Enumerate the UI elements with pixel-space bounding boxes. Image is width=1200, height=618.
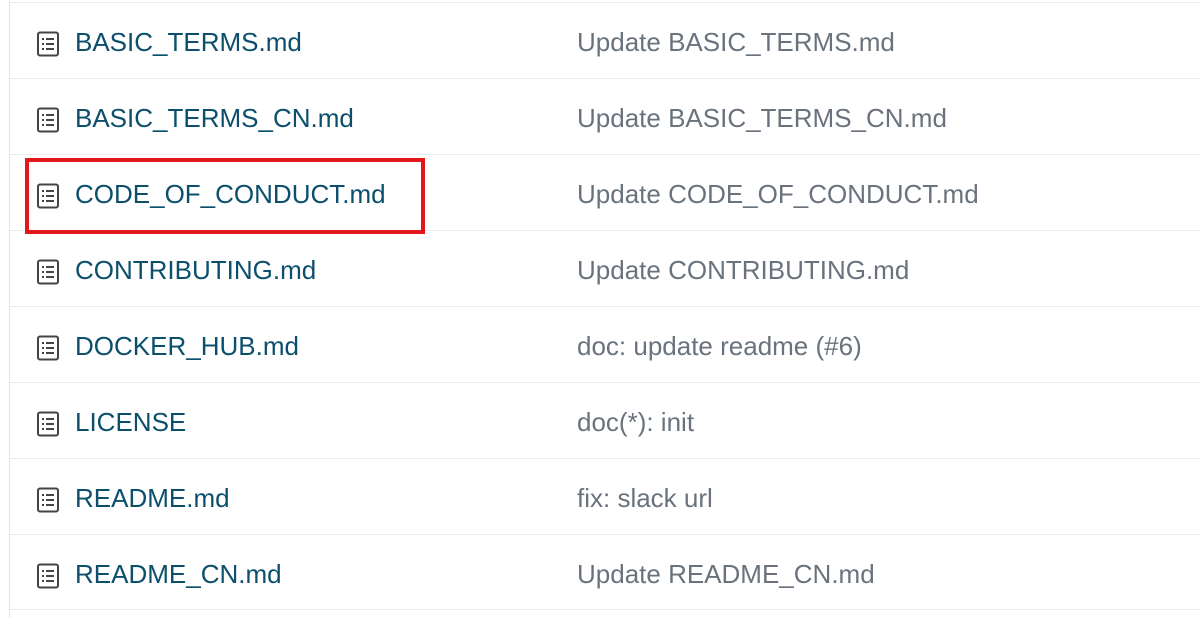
file-text-icon <box>36 259 60 285</box>
file-text-icon <box>36 107 60 133</box>
file-text-icon <box>36 487 60 513</box>
file-list: BASIC_TERMS.md Update BASIC_TERMS.md BAS… <box>9 0 1200 618</box>
file-row[interactable]: DOCKER_HUB.md doc: update readme (#6) <box>10 306 1200 382</box>
file-text-icon <box>36 183 60 209</box>
commit-message-link[interactable]: Update CONTRIBUTING.md <box>577 253 909 287</box>
file-text-icon <box>36 411 60 437</box>
commit-message-link[interactable]: fix: slack url <box>577 481 713 515</box>
commit-message-link[interactable]: Update README_CN.md <box>577 557 875 591</box>
file-name-link[interactable]: README.md <box>75 481 230 515</box>
file-row[interactable]: BASIC_TERMS_CN.md Update BASIC_TERMS_CN.… <box>10 78 1200 154</box>
file-row[interactable]: README.md fix: slack url <box>10 458 1200 534</box>
commit-message-link[interactable]: Update BASIC_TERMS.md <box>577 25 895 59</box>
file-row[interactable]: CONTRIBUTING.md Update CONTRIBUTING.md <box>10 230 1200 306</box>
file-name-link[interactable]: LICENSE <box>75 405 186 439</box>
file-name-link[interactable]: BASIC_TERMS.md <box>75 25 302 59</box>
file-name-link[interactable]: CODE_OF_CONDUCT.md <box>75 177 386 211</box>
file-name-link[interactable]: README_CN.md <box>75 557 282 591</box>
commit-message-link[interactable]: Update BASIC_TERMS_CN.md <box>577 101 947 135</box>
file-text-icon <box>36 31 60 57</box>
commit-message-link[interactable]: doc: update readme (#6) <box>577 329 862 363</box>
file-row[interactable]: CODE_OF_CONDUCT.md Update CODE_OF_CONDUC… <box>10 154 1200 230</box>
file-row[interactable]: README_CN.md Update README_CN.md <box>10 534 1200 610</box>
file-row[interactable]: BASIC_TERMS.md Update BASIC_TERMS.md <box>10 2 1200 78</box>
commit-message-link[interactable]: doc(*): init <box>577 405 694 439</box>
file-name-link[interactable]: BASIC_TERMS_CN.md <box>75 101 354 135</box>
file-name-link[interactable]: DOCKER_HUB.md <box>75 329 299 363</box>
file-name-link[interactable]: CONTRIBUTING.md <box>75 253 316 287</box>
file-text-icon <box>36 563 60 589</box>
file-text-icon <box>36 335 60 361</box>
file-row[interactable]: LICENSE doc(*): init <box>10 382 1200 458</box>
commit-message-link[interactable]: Update CODE_OF_CONDUCT.md <box>577 177 979 211</box>
